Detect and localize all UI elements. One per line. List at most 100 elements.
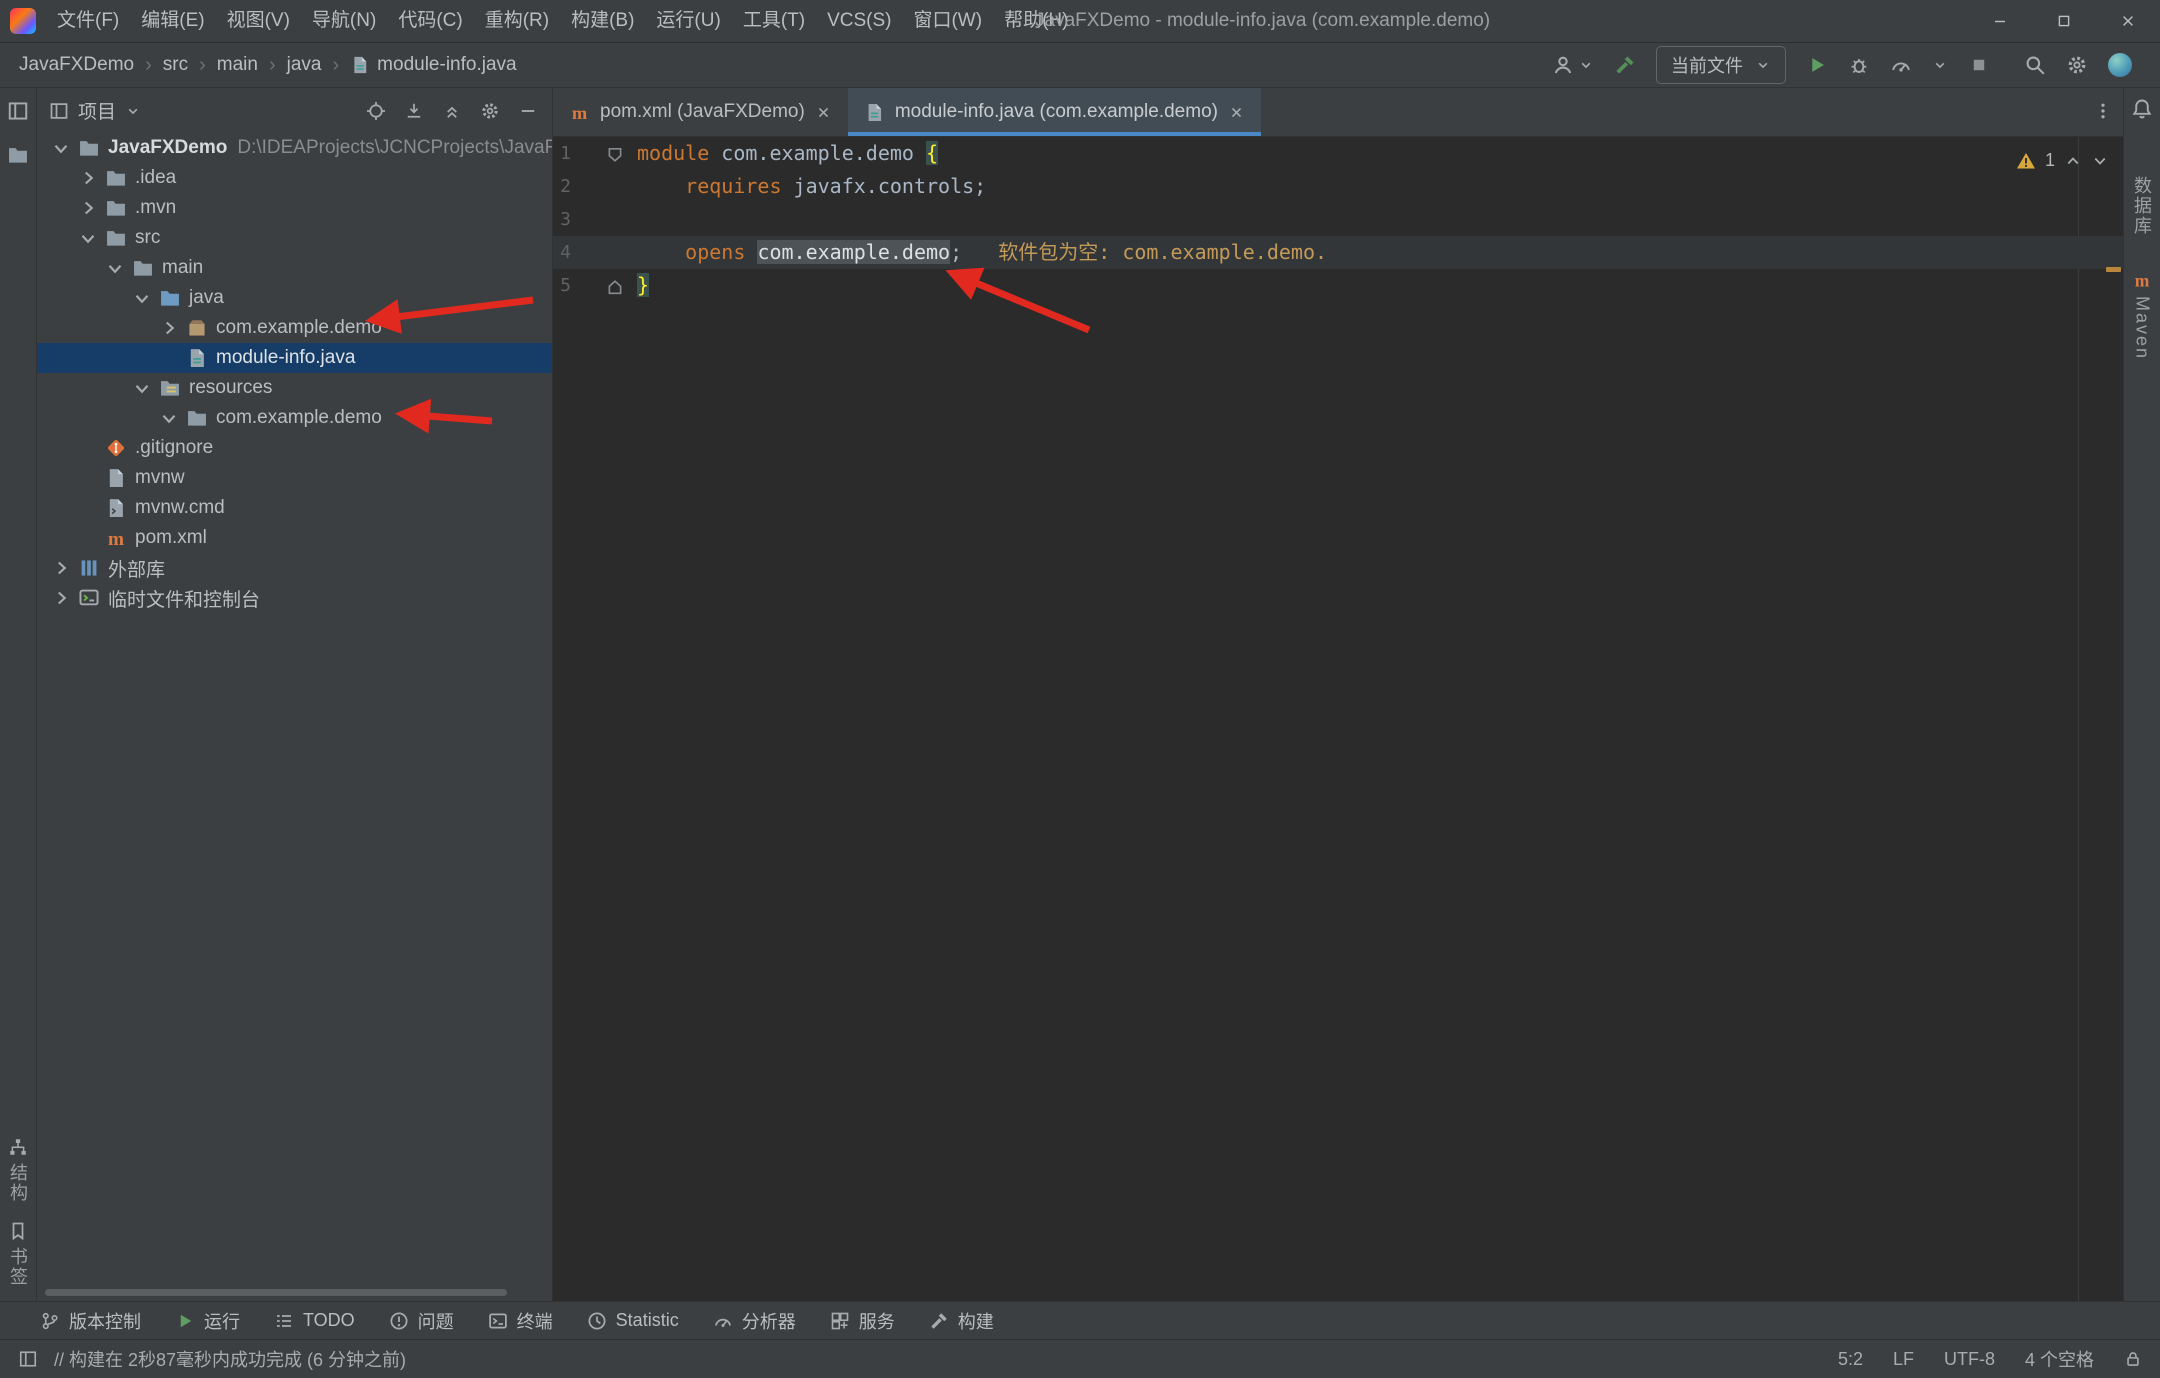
horizontal-scrollbar[interactable] bbox=[45, 1289, 507, 1296]
locate-file-button[interactable] bbox=[366, 101, 386, 121]
fold-start-icon[interactable] bbox=[605, 143, 625, 163]
menu-item-9[interactable]: VCS(S) bbox=[816, 0, 902, 42]
fold-end-icon[interactable] bbox=[605, 275, 625, 295]
favorites-tool-button[interactable] bbox=[7, 144, 29, 166]
tool-button-problems[interactable]: 问题 bbox=[375, 1302, 468, 1339]
close-tab-icon[interactable] bbox=[1228, 104, 1245, 121]
breadcrumb-item-javafxdemo[interactable]: JavaFXDemo bbox=[14, 52, 139, 78]
menu-item-6[interactable]: 构建(B) bbox=[560, 0, 645, 42]
code-line-3[interactable]: 3 bbox=[553, 203, 2123, 236]
scroll-to-source-button[interactable] bbox=[404, 101, 424, 121]
inspections-widget[interactable]: 1 bbox=[2016, 144, 2109, 177]
line-number-4[interactable]: 4 bbox=[553, 236, 637, 269]
code-line-4[interactable]: 4 opens com.example.demo; 软件包为空: com.exa… bbox=[553, 236, 2123, 269]
code-line-1[interactable]: 1module com.example.demo { bbox=[553, 137, 2123, 170]
menu-item-4[interactable]: 代码(C) bbox=[387, 0, 473, 42]
close-button[interactable] bbox=[2096, 0, 2160, 42]
stop-button[interactable] bbox=[1968, 54, 1990, 76]
minimize-button[interactable] bbox=[1968, 0, 2032, 42]
breadcrumb-item-java[interactable]: java bbox=[282, 52, 327, 78]
maximize-button[interactable] bbox=[2032, 0, 2096, 42]
chevron-right-icon[interactable] bbox=[159, 318, 185, 338]
ide-status-sphere-icon[interactable] bbox=[2108, 53, 2132, 77]
code-editor[interactable]: 1module com.example.demo {2 requires jav… bbox=[553, 137, 2123, 1301]
chevron-down-icon[interactable] bbox=[51, 138, 77, 158]
bookmarks-tool-button[interactable]: 书签 bbox=[5, 1221, 31, 1287]
project-tool-button[interactable] bbox=[7, 100, 29, 122]
readonly-lock-icon[interactable] bbox=[2124, 1350, 2142, 1368]
database-tool-button[interactable]: 数据库 bbox=[2129, 176, 2155, 236]
more-run-options-button[interactable] bbox=[1932, 57, 1948, 73]
tool-button-todo[interactable]: TODO bbox=[260, 1302, 369, 1339]
tool-window-switcher-icon[interactable] bbox=[18, 1349, 38, 1369]
tool-button-version-control[interactable]: 版本控制 bbox=[26, 1302, 155, 1339]
run-button[interactable] bbox=[1806, 54, 1828, 76]
menu-item-7[interactable]: 运行(U) bbox=[645, 0, 731, 42]
tool-button-statistic[interactable]: Statistic bbox=[573, 1302, 693, 1339]
tree-item-com-example-demo[interactable]: com.example.demo bbox=[37, 403, 552, 433]
next-problem-icon[interactable] bbox=[2091, 152, 2109, 170]
chevron-right-icon[interactable] bbox=[78, 198, 104, 218]
close-tab-icon[interactable] bbox=[815, 104, 832, 121]
line-number-5[interactable]: 5 bbox=[553, 269, 637, 302]
menu-item-10[interactable]: 窗口(W) bbox=[902, 0, 993, 42]
structure-tool-button[interactable]: 结构 bbox=[5, 1137, 31, 1203]
tree-item-node-15[interactable]: 临时文件和控制台 bbox=[37, 583, 552, 613]
tree-item-javafxdemo[interactable]: JavaFXDemoD:\IDEAProjects\JCNCProjects\J… bbox=[37, 133, 552, 163]
editor-tab-module-info[interactable]: module-info.java (com.example.demo) bbox=[848, 88, 1261, 136]
line-number-2[interactable]: 2 bbox=[553, 170, 637, 203]
tree-item-com-example-demo[interactable]: com.example.demo bbox=[37, 313, 552, 343]
tree-item-module-info-java[interactable]: module-info.java bbox=[37, 343, 552, 373]
encoding-widget[interactable]: UTF-8 bbox=[1944, 1349, 1995, 1370]
chevron-down-icon[interactable] bbox=[132, 378, 158, 398]
tool-button-terminal[interactable]: 终端 bbox=[474, 1302, 567, 1339]
tool-button-run[interactable]: 运行 bbox=[161, 1302, 254, 1339]
breadcrumb-item-main[interactable]: main bbox=[212, 52, 263, 78]
tree-item-mvnw-cmd[interactable]: mvnw.cmd bbox=[37, 493, 552, 523]
tool-button-services[interactable]: 服务 bbox=[816, 1302, 909, 1339]
settings-button[interactable] bbox=[2066, 54, 2088, 76]
menu-item-2[interactable]: 视图(V) bbox=[216, 0, 301, 42]
tree-item-idea[interactable]: .idea bbox=[37, 163, 552, 193]
user-button[interactable] bbox=[1552, 54, 1594, 76]
prev-problem-icon[interactable] bbox=[2064, 152, 2082, 170]
tree-item-mvn[interactable]: .mvn bbox=[37, 193, 552, 223]
chevron-right-icon[interactable] bbox=[51, 588, 77, 608]
chevron-right-icon[interactable] bbox=[51, 558, 77, 578]
tree-item-node-14[interactable]: 外部库 bbox=[37, 553, 552, 583]
chevron-down-icon[interactable] bbox=[132, 288, 158, 308]
project-panel-header[interactable]: 项目 bbox=[37, 88, 552, 133]
hide-panel-button[interactable] bbox=[518, 101, 538, 121]
tool-button-build[interactable]: 构建 bbox=[915, 1302, 1008, 1339]
tree-item-src[interactable]: src bbox=[37, 223, 552, 253]
line-number-3[interactable]: 3 bbox=[553, 203, 637, 236]
editor-tab-pom[interactable]: mpom.xml (JavaFXDemo) bbox=[553, 88, 848, 136]
menu-item-5[interactable]: 重构(R) bbox=[474, 0, 560, 42]
notifications-bell-button[interactable] bbox=[2131, 98, 2153, 120]
code-line-2[interactable]: 2 requires javafx.controls; bbox=[553, 170, 2123, 203]
collapse-all-button[interactable] bbox=[442, 101, 462, 121]
chevron-right-icon[interactable] bbox=[78, 168, 104, 188]
chevron-down-icon[interactable] bbox=[78, 228, 104, 248]
chevron-down-icon[interactable] bbox=[105, 258, 131, 278]
search-everywhere-button[interactable] bbox=[2024, 54, 2046, 76]
chevron-down-icon[interactable] bbox=[159, 408, 185, 428]
menu-item-3[interactable]: 导航(N) bbox=[301, 0, 387, 42]
build-project-button[interactable] bbox=[1614, 54, 1636, 76]
line-number-1[interactable]: 1 bbox=[553, 137, 637, 170]
breadcrumb-item-module-info-java[interactable]: module-info.java bbox=[345, 52, 521, 78]
tree-item-resources[interactable]: resources bbox=[37, 373, 552, 403]
tree-item-main[interactable]: main bbox=[37, 253, 552, 283]
menu-item-8[interactable]: 工具(T) bbox=[732, 0, 816, 42]
tree-item-pom-xml[interactable]: mpom.xml bbox=[37, 523, 552, 553]
run-config-select[interactable]: 当前文件 bbox=[1656, 46, 1786, 84]
menu-item-0[interactable]: 文件(F) bbox=[46, 0, 130, 42]
debug-button[interactable] bbox=[1848, 54, 1870, 76]
menu-item-1[interactable]: 编辑(E) bbox=[130, 0, 215, 42]
tab-options-kebab-icon[interactable] bbox=[2093, 101, 2113, 121]
maven-tool-button[interactable]: m Maven bbox=[2132, 270, 2153, 360]
breadcrumb-item-src[interactable]: src bbox=[158, 52, 193, 78]
options-gear-button[interactable] bbox=[480, 101, 500, 121]
caret-position-widget[interactable]: 5:2 bbox=[1838, 1349, 1863, 1370]
indent-widget[interactable]: 4 个空格 bbox=[2025, 1346, 2094, 1372]
